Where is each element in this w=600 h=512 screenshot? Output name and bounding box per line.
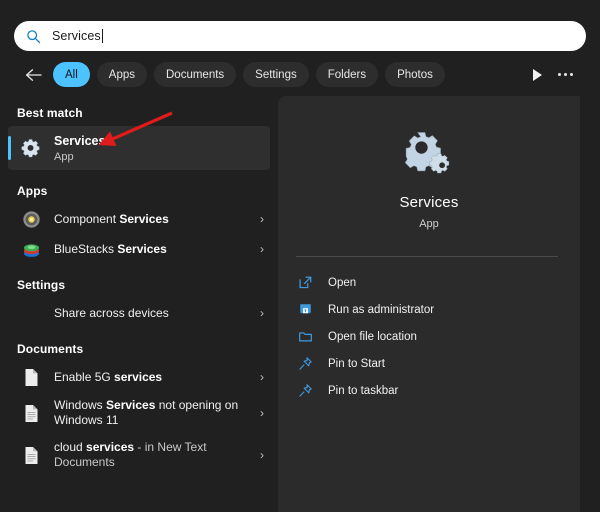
result-label: Component Services (54, 212, 248, 227)
folder-icon (296, 328, 314, 346)
chevron-right-icon[interactable]: › (254, 212, 270, 226)
section-header-best-match: Best match (0, 106, 278, 120)
result-label: cloud services - in New Text Documents (54, 440, 248, 470)
result-row-component-services[interactable]: Component Services › (8, 204, 270, 234)
action-label: Pin to Start (328, 358, 385, 370)
chevron-right-icon[interactable]: › (254, 370, 270, 384)
action-pin-to-taskbar[interactable]: Pin to taskbar (296, 377, 562, 404)
result-text: Windows Services not opening on Windows … (54, 398, 254, 428)
tab-photos[interactable]: Photos (385, 62, 445, 87)
bluestacks-icon (20, 238, 42, 260)
result-label: Services (54, 134, 264, 149)
preview-divider (296, 256, 558, 257)
back-arrow-icon[interactable] (22, 64, 44, 86)
document-icon (20, 366, 42, 388)
action-pin-to-start[interactable]: Pin to Start (296, 350, 562, 377)
result-row-cloud-services[interactable]: cloud services - in New Text Documents › (8, 434, 270, 476)
action-run-as-administrator[interactable]: Run as administrator (296, 296, 562, 323)
search-input[interactable]: Services (52, 29, 101, 43)
pin-icon (296, 382, 314, 400)
chevron-right-icon[interactable]: › (254, 242, 270, 256)
action-label: Run as administrator (328, 304, 434, 316)
chevron-right-icon[interactable]: › (254, 406, 270, 420)
settings-icon-placeholder (20, 302, 42, 324)
result-row-services-best-match[interactable]: Services App (8, 126, 270, 170)
tab-all[interactable]: All (53, 62, 90, 87)
preview-panel: Services App Open Run (278, 96, 580, 512)
result-row-bluestacks-services[interactable]: BlueStacks Services › (8, 234, 270, 264)
selection-accent-bar (8, 136, 11, 160)
action-label: Open file location (328, 331, 417, 343)
text-cursor (102, 29, 103, 43)
result-label: Enable 5G services (54, 370, 248, 385)
chevron-right-icon[interactable]: › (254, 306, 270, 320)
result-row-share-across-devices[interactable]: Share across devices › (8, 298, 270, 328)
component-services-icon (20, 208, 42, 230)
shield-admin-icon (296, 301, 314, 319)
action-open[interactable]: Open (296, 269, 562, 296)
result-row-windows-services-not-opening[interactable]: Windows Services not opening on Windows … (8, 392, 270, 434)
search-field[interactable]: Services (14, 21, 586, 51)
result-label: Share across devices (54, 306, 248, 321)
result-text: Component Services (54, 212, 254, 227)
gear-icon (401, 130, 457, 182)
document-icon (20, 402, 42, 424)
result-label: BlueStacks Services (54, 242, 248, 257)
search-icon (26, 29, 41, 44)
play-icon[interactable] (524, 64, 550, 86)
tab-apps[interactable]: Apps (97, 62, 147, 87)
preview-subtitle: App (278, 218, 580, 230)
open-external-icon (296, 274, 314, 292)
pin-icon (296, 355, 314, 373)
search-bar[interactable]: Services (14, 21, 586, 51)
action-open-file-location[interactable]: Open file location (296, 323, 562, 350)
action-label: Pin to taskbar (328, 385, 398, 397)
chevron-right-icon[interactable]: › (254, 448, 270, 462)
result-text: cloud services - in New Text Documents (54, 440, 254, 470)
search-results-list: Best match Services App Apps (0, 96, 278, 512)
result-row-enable-5g-services[interactable]: Enable 5G services › (8, 362, 270, 392)
section-header-settings: Settings (0, 278, 278, 292)
gear-icon (20, 137, 42, 159)
document-icon (20, 444, 42, 466)
result-text: Services App (54, 134, 270, 163)
tab-folders[interactable]: Folders (316, 62, 378, 87)
section-header-documents: Documents (0, 342, 278, 356)
section-header-apps: Apps (0, 184, 278, 198)
result-text: Enable 5G services (54, 370, 254, 385)
tab-documents[interactable]: Documents (154, 62, 236, 87)
preview-title: Services (278, 194, 580, 211)
action-label: Open (328, 277, 356, 289)
result-label: Windows Services not opening on Windows … (54, 398, 248, 428)
filter-toolbar: All Apps Documents Settings Folders Phot… (22, 62, 578, 87)
preview-actions: Open Run as administrator Open file loca… (278, 269, 580, 404)
result-sublabel: App (54, 151, 264, 163)
result-text: BlueStacks Services (54, 242, 254, 257)
tab-settings[interactable]: Settings (243, 62, 309, 87)
more-ellipsis-icon[interactable] (552, 64, 578, 86)
result-text: Share across devices (54, 306, 254, 321)
